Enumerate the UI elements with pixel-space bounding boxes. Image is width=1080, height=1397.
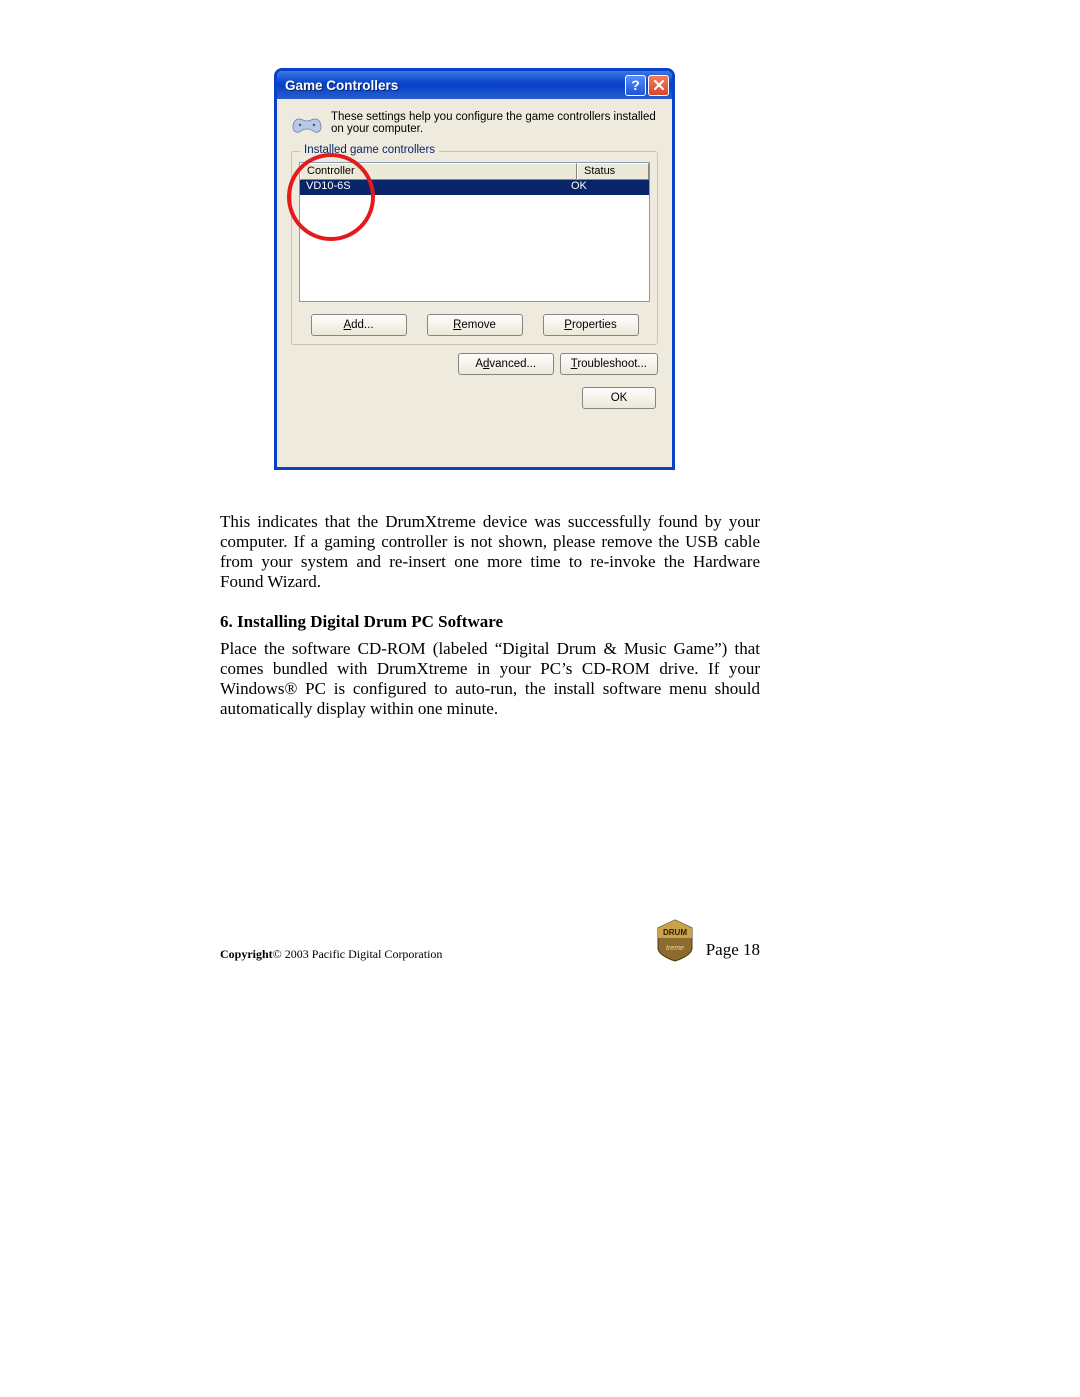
window-title: Game Controllers <box>285 78 623 93</box>
troubleshoot-button[interactable]: Troubleshoot... <box>560 353 658 375</box>
column-controller[interactable]: Controller <box>300 163 577 180</box>
controller-name: VD10-6S <box>300 180 565 195</box>
list-item[interactable]: VD10-6S OK <box>300 180 649 195</box>
paragraph-install-software: Place the software CD-ROM (labeled “Digi… <box>220 639 760 719</box>
fieldset-legend: Installed game controllers <box>300 144 439 156</box>
section-heading: 6. Installing Digital Drum PC Software <box>220 612 760 632</box>
close-icon <box>653 79 665 91</box>
ok-row: OK <box>291 387 658 409</box>
page-footer: Copyright© 2003 Pacific Digital Corporat… <box>220 932 760 962</box>
add-button[interactable]: Add... <box>311 314 407 336</box>
help-button[interactable]: ? <box>625 75 646 96</box>
titlebar: Game Controllers ? <box>277 71 672 99</box>
svg-text:DRUM: DRUM <box>663 928 687 937</box>
remove-button[interactable]: Remove <box>427 314 523 336</box>
fieldset-button-row: Add... Remove Properties <box>299 314 650 336</box>
properties-button[interactable]: Properties <box>543 314 639 336</box>
drum-xtreme-logo-icon: DRUM treme <box>652 918 698 962</box>
ok-button[interactable]: OK <box>582 387 656 409</box>
controllers-listbox[interactable]: Controller Status VD10-6S OK <box>299 162 650 302</box>
list-header: Controller Status <box>300 163 649 180</box>
intro-text: These settings help you configure the ga… <box>331 111 658 137</box>
game-controllers-dialog-screenshot: Game Controllers ? These settings help y… <box>274 68 675 470</box>
installed-controllers-fieldset: Installed game controllers Controller St… <box>291 151 658 345</box>
dialog-frame: Game Controllers ? These settings help y… <box>274 68 675 470</box>
controller-status: OK <box>565 180 649 195</box>
page-number: Page 18 <box>706 940 760 962</box>
column-status[interactable]: Status <box>577 163 649 180</box>
dialog-client-area: These settings help you configure the ga… <box>277 99 672 419</box>
paragraph-device-found: This indicates that the DrumXtreme devic… <box>220 512 760 592</box>
lower-button-row: Advanced... Troubleshoot... <box>291 353 658 375</box>
game-controller-icon <box>291 113 323 137</box>
intro-row: These settings help you configure the ga… <box>291 111 658 137</box>
advanced-button[interactable]: Advanced... <box>458 353 554 375</box>
copyright: Copyright© 2003 Pacific Digital Corporat… <box>220 947 442 962</box>
svg-text:treme: treme <box>666 945 684 952</box>
close-button[interactable] <box>648 75 669 96</box>
